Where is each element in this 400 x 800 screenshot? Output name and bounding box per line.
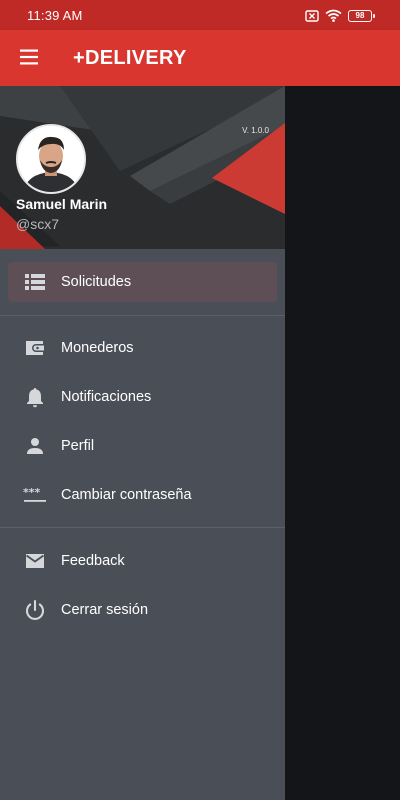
- user-name: Samuel Marin: [16, 196, 108, 212]
- svg-text:***: ***: [23, 486, 41, 499]
- wifi-icon: [325, 9, 342, 22]
- divider: [0, 527, 285, 528]
- nav-label: Cambiar contraseña: [61, 487, 192, 503]
- user-handle: @scx7: [16, 216, 59, 232]
- app-title: +DELIVERY: [73, 47, 187, 69]
- bell-icon: [27, 388, 43, 408]
- drawer-header: V. 1.0.0 Samuel Marin @scx7: [0, 86, 285, 249]
- nav-label: Solicitudes: [61, 274, 132, 290]
- nav-item-monederos[interactable]: Monederos: [8, 328, 277, 368]
- password-icon: ***: [23, 486, 46, 502]
- nav-label: Monederos: [61, 340, 134, 356]
- power-icon: [25, 599, 45, 620]
- status-icons: 98: [305, 9, 375, 22]
- nav-item-solicitudes[interactable]: Solicitudes: [8, 262, 277, 302]
- nav-item-notificaciones[interactable]: Notificaciones: [8, 377, 277, 417]
- status-bar: 11:39 AM 98: [0, 0, 400, 30]
- nav-label: Perfil: [61, 438, 95, 454]
- battery-icon: 98: [348, 9, 375, 22]
- notification-off-icon: [305, 9, 319, 22]
- app-bar: +DELIVERY: [0, 30, 400, 86]
- nav-item-perfil[interactable]: Perfil: [8, 426, 277, 466]
- nav-label: Cerrar sesión: [61, 602, 149, 618]
- hamburger-menu-icon[interactable]: [18, 48, 40, 66]
- nav-label: Feedback: [61, 553, 125, 569]
- nav-label: Notificaciones: [61, 389, 152, 405]
- person-icon: [27, 438, 43, 454]
- drawer-scrim[interactable]: [285, 86, 400, 800]
- mail-icon: [25, 554, 45, 568]
- nav-item-feedback[interactable]: Feedback: [8, 541, 277, 581]
- list-icon: [25, 274, 45, 290]
- nav-item-cambiar-contrasena[interactable]: *** Cambiar contraseña: [8, 475, 277, 515]
- person-photo: [18, 126, 84, 192]
- app-version: V. 1.0.0: [242, 126, 269, 135]
- wallet-icon: [26, 341, 44, 355]
- nav-item-cerrar-sesion[interactable]: Cerrar sesión: [8, 590, 277, 630]
- navigation-drawer: V. 1.0.0 Samuel Marin @scx7 Solicitudes …: [0, 86, 285, 800]
- status-time: 11:39 AM: [27, 8, 83, 23]
- divider: [0, 315, 285, 316]
- avatar[interactable]: [16, 124, 86, 194]
